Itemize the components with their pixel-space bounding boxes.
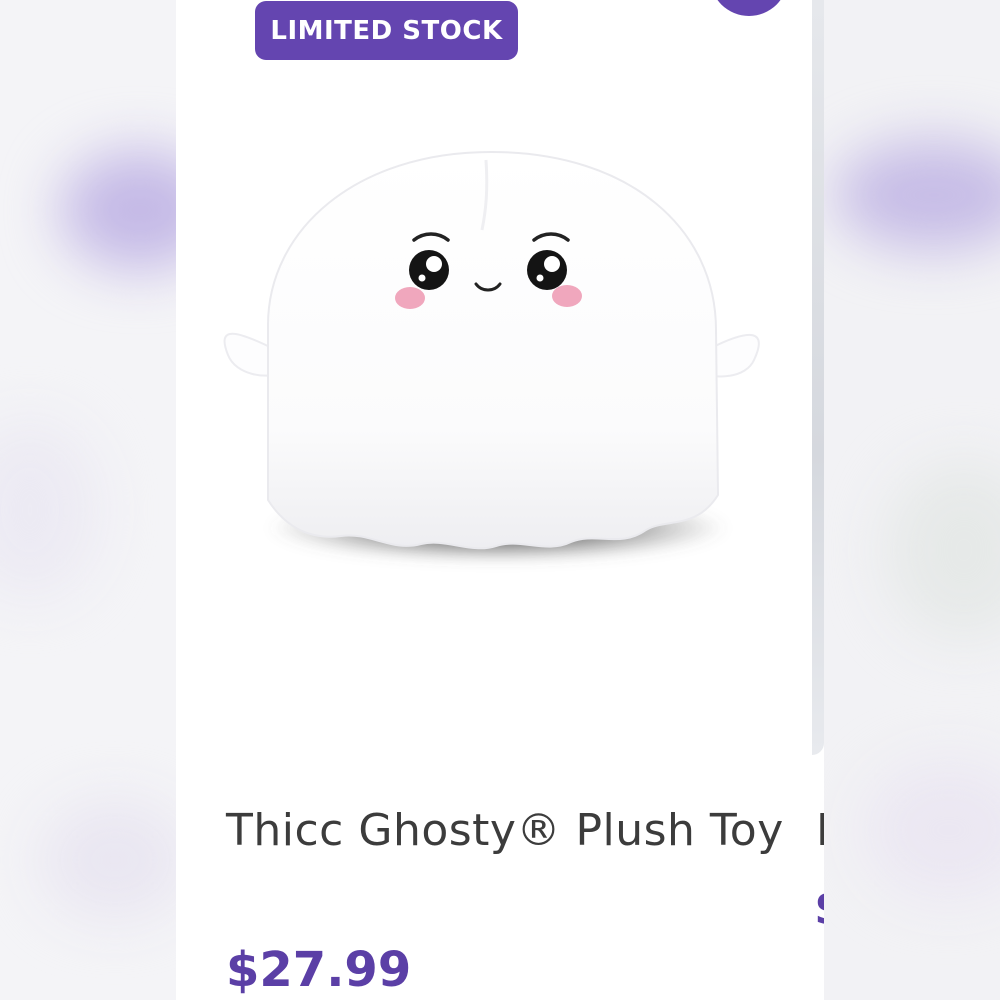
ghost-body bbox=[267, 150, 720, 550]
next-product-card[interactable]: E $ bbox=[812, 0, 824, 1000]
next-product-image[interactable] bbox=[812, 0, 824, 755]
ghost-left-blush bbox=[395, 287, 425, 309]
ghost-left-eye bbox=[409, 250, 449, 290]
product-price: $27.99 bbox=[226, 942, 412, 998]
limited-stock-badge: LIMITED STOCK bbox=[255, 1, 518, 60]
next-product-title[interactable]: E bbox=[816, 805, 824, 856]
product-title[interactable]: Thicc Ghosty® Plush Toy bbox=[226, 800, 786, 861]
wishlist-button[interactable] bbox=[710, 0, 788, 16]
product-image[interactable] bbox=[176, 80, 812, 720]
blurred-backdrop-right bbox=[824, 0, 1000, 1000]
ghost-right-eye bbox=[527, 250, 567, 290]
product-card[interactable]: LIMITED STOCK Thicc Ghosty® Plush Toy $2… bbox=[176, 0, 812, 1000]
blurred-backdrop-left bbox=[0, 0, 176, 1000]
ghost-right-blush bbox=[552, 285, 582, 307]
next-product-price: $ bbox=[814, 880, 824, 936]
